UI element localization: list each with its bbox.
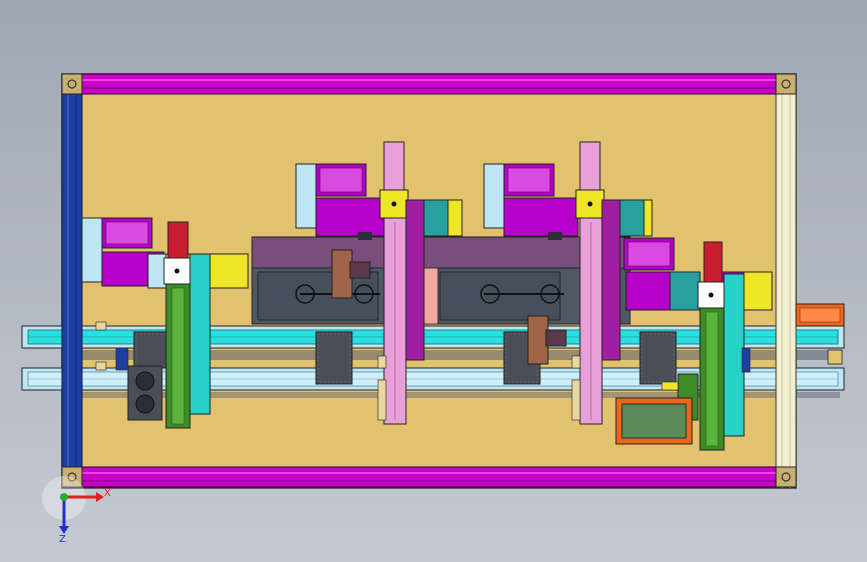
z-axis-label: Z <box>59 534 66 545</box>
frame-top-beam <box>61 73 797 95</box>
x-axis-label: X <box>104 488 111 499</box>
frame-bottom-beam <box>61 466 797 488</box>
frame-right-beam <box>775 73 797 489</box>
frame-left-beam <box>61 73 83 489</box>
central-cassette <box>251 236 631 325</box>
origin-marker <box>60 493 68 501</box>
control-panel <box>615 397 693 445</box>
cad-viewport[interactable]: X Z <box>0 0 867 562</box>
